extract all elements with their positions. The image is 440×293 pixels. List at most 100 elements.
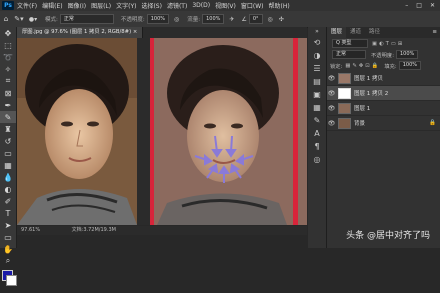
eye-icon[interactable]: 👁	[327, 75, 336, 82]
pressure-size-icon[interactable]: ◎	[268, 16, 273, 23]
layer-name: 图层 1 拷贝 2	[354, 91, 389, 97]
mode-label: 模式:	[45, 17, 58, 23]
menu-filter[interactable]: 滤镜(T)	[167, 1, 187, 10]
zoom-level[interactable]: 97.61%	[21, 227, 40, 233]
fill-input[interactable]: 100%	[398, 61, 421, 70]
menu-type[interactable]: 文字(Y)	[116, 1, 136, 10]
layer-row[interactable]: 👁 背景 🔒	[327, 116, 440, 131]
layer-row[interactable]: 👁 图层 1	[327, 101, 440, 116]
type-tool-icon[interactable]: T	[0, 207, 16, 219]
maximize-button[interactable]: □	[416, 2, 422, 9]
brush-size-icon[interactable]: ●▾	[26, 16, 40, 23]
paragraph-icon[interactable]: ¶	[308, 140, 326, 153]
filter-icons[interactable]: ▣◐T▭⊞	[372, 41, 404, 47]
color-icon[interactable]: ▣	[308, 88, 326, 101]
menu-help[interactable]: 帮助(H)	[269, 1, 290, 10]
flow-input[interactable]: 100%	[202, 14, 225, 24]
tab-document[interactable]: 厚图.jpg @ 97.6% (图层 1 拷贝 2, RGB/8#) ×	[17, 27, 144, 38]
options-bar: ⌂ ✎▾ ●▾ 模式: 正常 不透明度: 100% ◎ 流量: 100% ✈ ∠…	[0, 11, 440, 28]
background-color-swatch[interactable]	[6, 275, 17, 286]
panel-menu-icon[interactable]: ≡	[432, 27, 437, 38]
layer-thumbnail	[338, 102, 351, 114]
fill-label: 填充:	[384, 63, 397, 70]
flow-label: 流量:	[187, 17, 201, 23]
quick-select-tool-icon[interactable]: ✧	[0, 63, 16, 75]
menu-image[interactable]: 图像(I)	[68, 1, 86, 10]
history-icon[interactable]: ⟲	[308, 36, 326, 49]
eraser-tool-icon[interactable]: ▭	[0, 147, 16, 159]
marquee-tool-icon[interactable]: ⬚	[0, 39, 16, 51]
mode-select[interactable]: 正常	[59, 14, 114, 24]
symmetry-icon[interactable]: ✣	[279, 16, 284, 23]
channels-icon[interactable]: ◎	[308, 153, 326, 166]
angle-input[interactable]: 0°	[248, 14, 263, 24]
zoom-tool-icon[interactable]: ⌕	[0, 255, 16, 267]
document-canvas[interactable]	[17, 38, 307, 225]
brush-tool-icon[interactable]: ✎▾	[12, 15, 26, 23]
home-icon[interactable]: ⌂	[0, 15, 12, 23]
opacity-input[interactable]: 100%	[146, 14, 170, 24]
tab-layers[interactable]: 图层	[327, 27, 347, 38]
layer-thumbnail	[338, 72, 351, 84]
layers-panel: 图层 通道 路径 ≡ Q 类型 ▣◐T▭⊞ 正常 不透明度: 100% 锁定: …	[327, 27, 440, 248]
path-select-tool-icon[interactable]: ➤	[0, 219, 16, 231]
pen-tool-icon[interactable]: ✐	[0, 195, 16, 207]
menu-view[interactable]: 视图(V)	[215, 1, 236, 10]
adjustments-icon[interactable]: ◑	[308, 49, 326, 62]
pressure-opacity-icon[interactable]: ◎	[174, 16, 179, 23]
swatches-icon[interactable]: ▦	[308, 101, 326, 114]
menu-layer[interactable]: 图层(L)	[91, 1, 111, 10]
blur-tool-icon[interactable]: 💧	[0, 171, 16, 183]
stamp-tool-icon[interactable]: ♜	[0, 123, 16, 135]
menu-select[interactable]: 选择(S)	[141, 1, 162, 10]
properties-icon[interactable]: ☰	[308, 62, 326, 75]
blend-mode-select[interactable]: 正常	[332, 50, 366, 59]
libraries-icon[interactable]: ▤	[308, 75, 326, 88]
eye-icon[interactable]: 👁	[327, 90, 336, 97]
menu-3d[interactable]: 3D(D)	[192, 2, 210, 9]
canvas-image	[17, 38, 307, 225]
tab-channels[interactable]: 通道	[346, 27, 365, 38]
lasso-tool-icon[interactable]: ➰	[0, 51, 16, 63]
rectangle-tool-icon[interactable]: ▭	[0, 231, 16, 243]
window-controls: – □ ✕	[405, 2, 435, 9]
tab-paths[interactable]: 路径	[365, 27, 384, 38]
layer-row[interactable]: 👁 图层 1 拷贝	[327, 71, 440, 86]
history-brush-tool-icon[interactable]: ↺	[0, 135, 16, 147]
watermark: 头条 @居中对齐了吗	[346, 231, 430, 241]
collapse-icon[interactable]: »	[308, 27, 326, 36]
move-tool-icon[interactable]: ✥	[0, 27, 16, 39]
layer-row[interactable]: 👁 图层 1 拷贝 2	[327, 86, 440, 101]
layer-name: 图层 1	[354, 106, 371, 112]
close-button[interactable]: ✕	[430, 2, 435, 9]
brush-settings-icon[interactable]: ✎	[308, 114, 326, 127]
layer-thumbnail	[338, 87, 351, 99]
layer-kind-filter[interactable]: Q 类型	[332, 39, 368, 48]
airbrush-icon[interactable]: ✈	[229, 16, 234, 23]
lock-label: 锁定:	[330, 63, 343, 70]
eye-icon[interactable]: 👁	[327, 105, 336, 112]
menu-edit[interactable]: 编辑(E)	[42, 1, 62, 10]
frame-tool-icon[interactable]: ⊠	[0, 87, 16, 99]
minimize-button[interactable]: –	[405, 2, 408, 9]
eye-icon[interactable]: 👁	[327, 120, 336, 127]
menu-bar: Ps 文件(F) 编辑(E) 图像(I) 图层(L) 文字(Y) 选择(S) 滤…	[0, 0, 440, 11]
lock-icons[interactable]: ▦✎✥⊡🔒	[345, 63, 380, 69]
menu-window[interactable]: 窗口(W)	[241, 1, 264, 10]
character-icon[interactable]: A	[308, 127, 326, 140]
layer-name: 图层 1 拷贝	[354, 76, 383, 82]
layer-opacity-input[interactable]: 100%	[395, 50, 419, 59]
dodge-tool-icon[interactable]: ◐	[0, 183, 16, 195]
crop-tool-icon[interactable]: ⌗	[0, 75, 16, 87]
eyedropper-tool-icon[interactable]: ✒	[0, 99, 16, 111]
hand-tool-icon[interactable]: ✋	[0, 243, 16, 255]
photoshop-logo: Ps	[2, 1, 14, 10]
menu-file[interactable]: 文件(F)	[17, 1, 37, 10]
lock-row: 锁定: ▦✎✥⊡🔒 填充: 100%	[327, 60, 440, 71]
tools-panel: ✥ ⬚ ➰ ✧ ⌗ ⊠ ✒ ✎ ♜ ↺ ▭ ▦ 💧 ◐ ✐ T ➤ ▭ ✋ ⌕	[0, 27, 17, 286]
layer-thumbnail	[338, 117, 351, 129]
gradient-tool-icon[interactable]: ▦	[0, 159, 16, 171]
brush-tool-icon[interactable]: ✎	[0, 111, 16, 123]
layers-panel-tabs: 图层 通道 路径 ≡	[327, 27, 440, 38]
opacity-label: 不透明度:	[120, 17, 145, 23]
